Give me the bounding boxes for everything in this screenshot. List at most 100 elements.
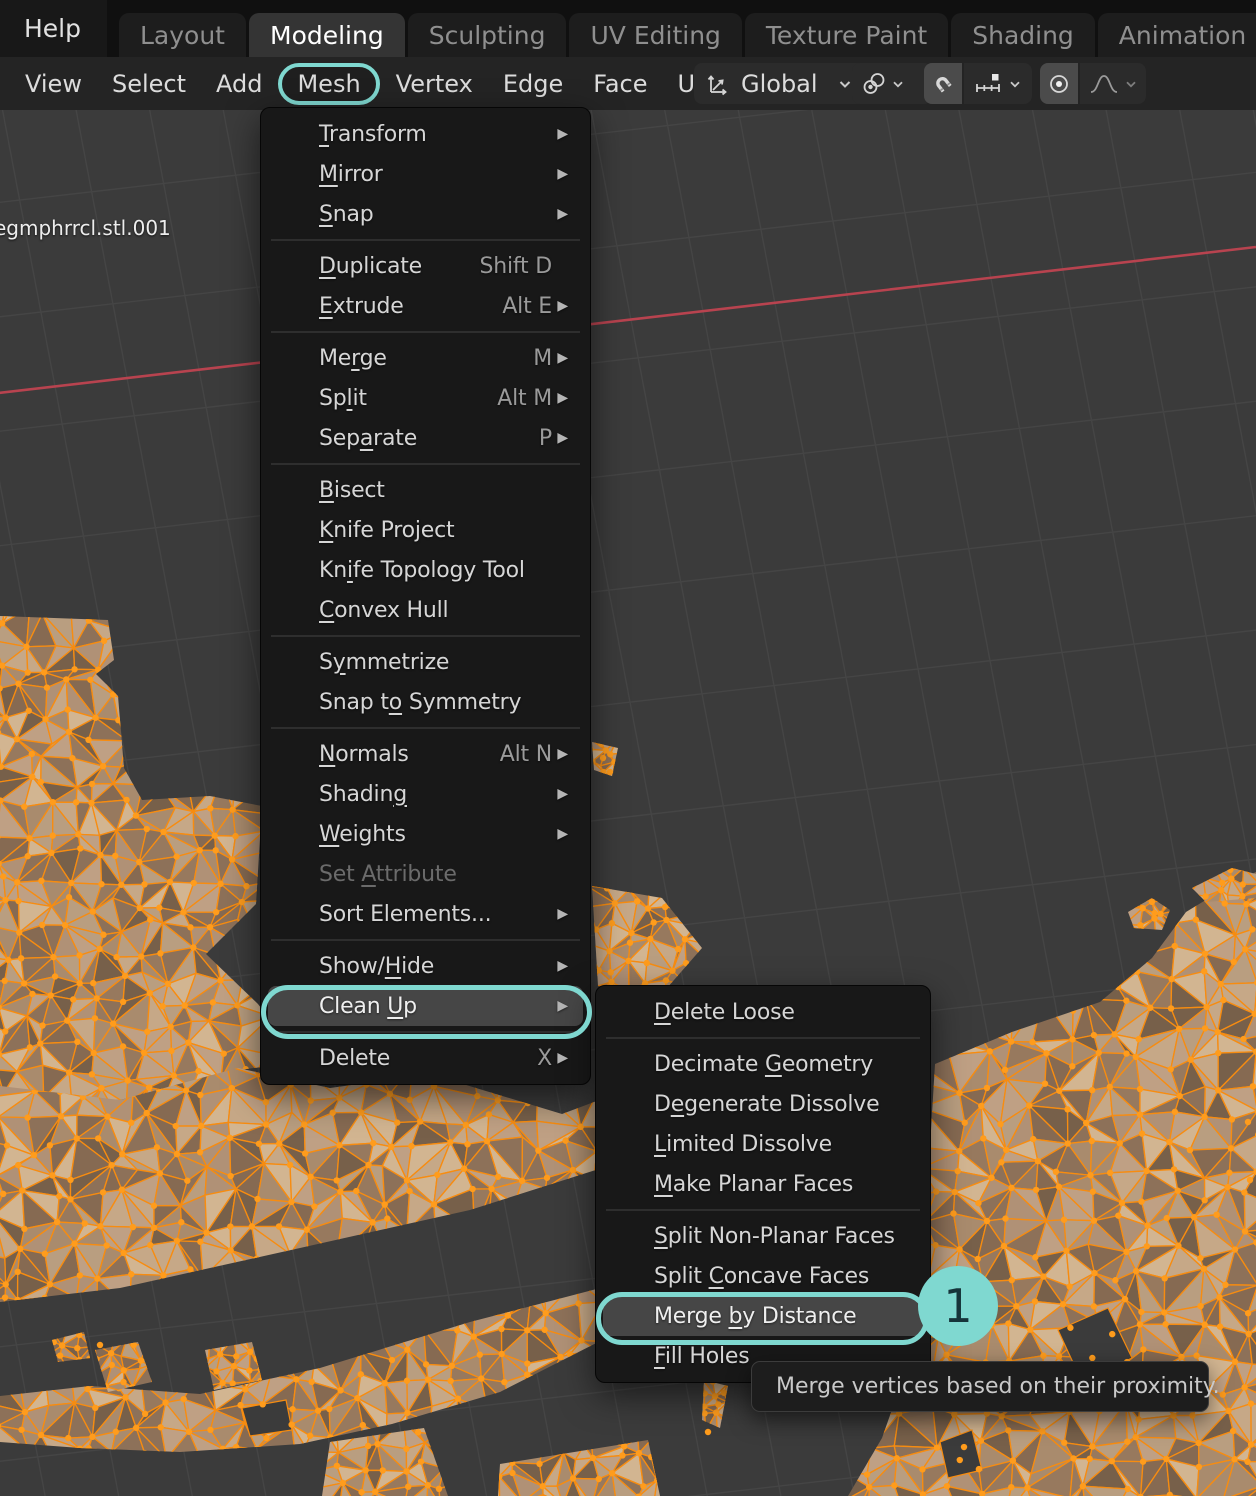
falloff-curve-icon xyxy=(1088,70,1120,98)
snapping-widget xyxy=(924,63,1032,104)
chevron-down-icon xyxy=(890,76,906,92)
workspace-tab-texture-paint[interactable]: Texture Paint xyxy=(745,13,948,57)
menu-item-merge[interactable]: MergeM▶ xyxy=(261,338,590,378)
menu-item-shortcut: M xyxy=(515,346,552,371)
header-menu-vertex[interactable]: Vertex xyxy=(381,65,488,103)
stray-vertex xyxy=(97,1342,103,1348)
transform-orientation-dropdown[interactable]: Global xyxy=(694,63,864,104)
header-menu-view[interactable]: View xyxy=(10,65,97,103)
submenu-arrow-icon: ▶ xyxy=(552,998,568,1014)
menu-item-label: Knife Topology Tool xyxy=(319,558,525,583)
proportional-editing-toggle[interactable] xyxy=(1040,63,1078,104)
submenu-item-degenerate-dissolve[interactable]: Degenerate Dissolve xyxy=(596,1084,930,1124)
menu-item-label: Fill Holes xyxy=(654,1344,750,1369)
menu-item-label: Symmetrize xyxy=(319,650,449,675)
submenu-arrow-icon: ▶ xyxy=(552,1050,568,1066)
snap-with-dropdown[interactable] xyxy=(964,63,1032,104)
menu-item-shading[interactable]: Shading▶ xyxy=(261,774,590,814)
tooltip: Merge vertices based on their proximity. xyxy=(751,1361,1209,1412)
menu-item-show-hide[interactable]: Show/Hide▶ xyxy=(261,946,590,986)
menu-item-label: Sort Elements... xyxy=(319,902,491,927)
menu-item-set-attribute[interactable]: Set Attribute xyxy=(261,854,590,894)
chevron-down-icon xyxy=(1007,76,1023,92)
menu-item-shortcut: Alt N xyxy=(482,742,552,767)
menu-item-weights[interactable]: Weights▶ xyxy=(261,814,590,854)
submenu-item-delete-loose[interactable]: Delete Loose xyxy=(596,992,930,1032)
menu-item-snap-to-symmetry[interactable]: Snap to Symmetry xyxy=(261,682,590,722)
workspace-tab-layout[interactable]: Layout xyxy=(119,13,246,57)
submenu-item-split-concave-faces[interactable]: Split Concave Faces xyxy=(596,1256,930,1296)
snap-increment-icon xyxy=(973,69,1003,99)
menu-item-label: Merge by Distance xyxy=(654,1304,856,1329)
orientation-label: Global xyxy=(741,70,818,98)
menu-item-symmetrize[interactable]: Symmetrize xyxy=(261,642,590,682)
menu-item-snap[interactable]: Snap ▶ xyxy=(261,194,590,234)
menu-separator xyxy=(271,939,580,941)
menu-separator xyxy=(271,1031,580,1033)
workspace-tab-shading[interactable]: Shading xyxy=(951,13,1095,57)
magnet-icon xyxy=(930,71,956,97)
cleanup-submenu: Delete Loose Decimate Geometry Degenerate … xyxy=(595,985,931,1383)
menu-item-knife-topology-tool[interactable]: Knife Topology Tool xyxy=(261,550,590,590)
menu-item-convex-hull[interactable]: Convex Hull xyxy=(261,590,590,630)
workspace-tab-sculpting[interactable]: Sculpting xyxy=(408,13,567,57)
menu-item-sort-elements[interactable]: Sort Elements...▶ xyxy=(261,894,590,934)
menu-item-normals[interactable]: NormalsAlt N▶ xyxy=(261,734,590,774)
menu-item-label: Separate xyxy=(319,426,417,451)
submenu-arrow-icon: ▶ xyxy=(552,206,568,222)
submenu-arrow-icon: ▶ xyxy=(552,390,568,406)
workspace-tab-uv-editing[interactable]: UV Editing xyxy=(569,13,741,57)
menu-item-mirror[interactable]: Mirror▶ xyxy=(261,154,590,194)
workspace-tab-animation[interactable]: Animation xyxy=(1098,13,1256,57)
header-menu-face[interactable]: Face xyxy=(578,65,662,103)
submenu-item-decimate-geometry[interactable]: Decimate Geometry xyxy=(596,1044,930,1084)
menu-item-transform[interactable]: Transform▶ xyxy=(261,114,590,154)
menu-item-extrude[interactable]: ExtrudeAlt E▶ xyxy=(261,286,590,326)
stray-vertex xyxy=(600,755,606,761)
menu-item-delete[interactable]: DeleteX▶ xyxy=(261,1038,590,1078)
menu-item-label: Snap xyxy=(319,202,374,227)
menu-item-separate[interactable]: SeparateP▶ xyxy=(261,418,590,458)
menu-separator xyxy=(271,331,580,333)
proportional-editing-widget xyxy=(1040,63,1146,104)
proportional-falloff-dropdown[interactable] xyxy=(1080,63,1146,104)
menu-item-duplicate[interactable]: DuplicateShift D xyxy=(261,246,590,286)
menu-item-label: Clean Up xyxy=(319,994,417,1019)
menu-item-label: Knife Project xyxy=(319,518,454,543)
menu-separator xyxy=(606,1209,920,1211)
object-name-label: egmphrrcl.stl.001 xyxy=(0,216,171,240)
workspace-tab-modeling[interactable]: Modeling xyxy=(249,13,405,57)
submenu-item-make-planar-faces[interactable]: Make Planar Faces xyxy=(596,1164,930,1204)
submenu-item-split-non-planar-faces[interactable]: Split Non-Planar Faces xyxy=(596,1216,930,1256)
header-menu-edge[interactable]: Edge xyxy=(488,65,578,103)
stray-vertex xyxy=(705,1429,711,1435)
menu-item-label: Bisect xyxy=(319,478,385,503)
menu-item-label: Degenerate Dissolve xyxy=(654,1092,879,1117)
menu-separator xyxy=(271,239,580,241)
menu-help[interactable]: Help xyxy=(0,0,107,57)
chevron-down-icon xyxy=(1123,76,1139,92)
header-menu-add[interactable]: Add xyxy=(201,65,277,103)
blender-window: egmphrrcl.stl.001 Help LayoutModelingScu… xyxy=(0,0,1256,1496)
menu-item-knife-project[interactable]: Knife Project xyxy=(261,510,590,550)
menu-item-split[interactable]: SplitAlt M▶ xyxy=(261,378,590,418)
menu-item-label: Snap to Symmetry xyxy=(319,690,521,715)
menu-item-label: Merge xyxy=(319,346,387,371)
snap-magnet-toggle[interactable] xyxy=(924,63,962,104)
menu-item-bisect[interactable]: Bisect xyxy=(261,470,590,510)
menu-item-label: Split Concave Faces xyxy=(654,1264,869,1289)
pivot-point-dropdown[interactable] xyxy=(852,63,932,104)
viewport-header: ViewSelectAddMeshVertexEdgeFaceUV Global xyxy=(0,57,1256,110)
header-menu-select[interactable]: Select xyxy=(97,65,201,103)
annotation-step-badge: 1 xyxy=(918,1266,998,1346)
menu-item-label: Mirror xyxy=(319,162,383,187)
submenu-arrow-icon: ▶ xyxy=(552,126,568,142)
menu-item-clean-up[interactable]: Clean Up ▶ xyxy=(268,986,583,1026)
submenu-item-merge-by-distance[interactable]: Merge by Distance xyxy=(603,1296,923,1336)
header-menu-mesh[interactable]: Mesh xyxy=(278,63,379,105)
menu-item-label: Make Planar Faces xyxy=(654,1172,853,1197)
topbar: Help LayoutModelingSculptingUV EditingTe… xyxy=(0,0,1256,57)
submenu-item-limited-dissolve[interactable]: Limited Dissolve xyxy=(596,1124,930,1164)
menu-item-label: Delete Loose xyxy=(654,1000,795,1025)
menu-separator xyxy=(271,635,580,637)
